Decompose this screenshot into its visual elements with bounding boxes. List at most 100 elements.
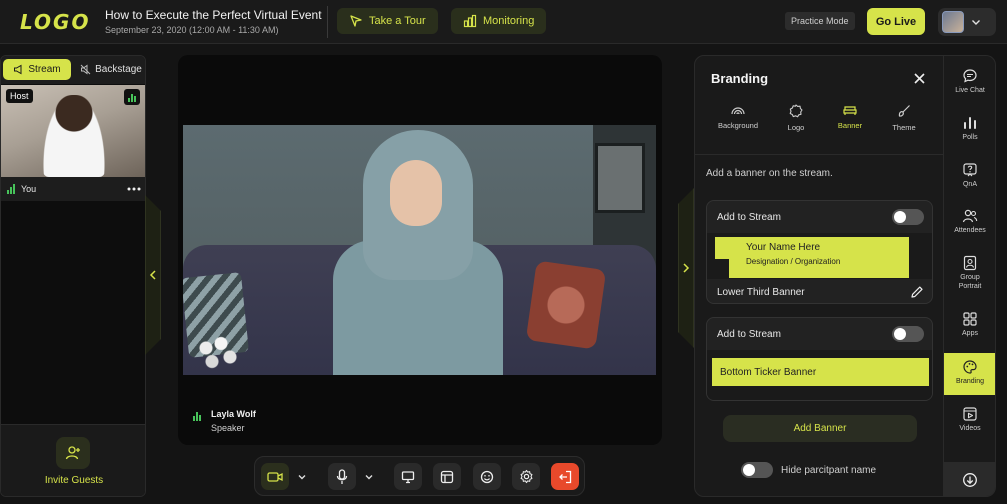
tab-background-label: Background bbox=[717, 121, 759, 130]
add-to-stream-label: Add to Stream bbox=[717, 211, 781, 223]
speaker-video[interactable] bbox=[183, 125, 656, 375]
arrow-down-circle-icon bbox=[962, 472, 978, 488]
tabs-divider bbox=[695, 154, 943, 155]
monitoring-button[interactable]: Monitoring bbox=[451, 8, 547, 34]
tab-theme-label: Theme bbox=[892, 123, 916, 132]
speaker-figure bbox=[333, 130, 503, 375]
hide-participant-label: Hide parcitpant name bbox=[781, 464, 877, 476]
branding-panel: Branding Background Logo Banner Theme Ad… bbox=[694, 55, 944, 497]
bar-chart-icon bbox=[463, 14, 477, 28]
host-badge: Host bbox=[6, 89, 33, 103]
reactions-button[interactable] bbox=[473, 463, 501, 490]
rail-item-apps[interactable]: Apps bbox=[944, 311, 995, 351]
close-icon bbox=[913, 72, 925, 84]
rail-label: Apps bbox=[962, 330, 978, 337]
lower-third-banner: Your Name Here Designation / Organizatio… bbox=[729, 237, 909, 278]
branding-description: Add a banner on the stream. bbox=[706, 168, 833, 179]
rail-item-branding[interactable]: Branding bbox=[944, 353, 995, 395]
video-icon bbox=[962, 406, 978, 422]
tab-backstage[interactable]: Backstage bbox=[77, 59, 145, 80]
chevron-down-icon bbox=[970, 16, 982, 28]
header-divider bbox=[327, 6, 328, 38]
self-label: You bbox=[21, 184, 37, 194]
close-button[interactable] bbox=[911, 70, 927, 86]
smiley-icon bbox=[480, 470, 494, 484]
media-controls-bar bbox=[254, 456, 585, 496]
microphone-options-chevron[interactable] bbox=[359, 463, 379, 490]
audio-level-icon bbox=[7, 184, 15, 194]
badge-icon bbox=[789, 104, 803, 118]
host-figure bbox=[43, 95, 105, 177]
layout-button[interactable] bbox=[433, 463, 461, 490]
rail-label: Branding bbox=[955, 378, 985, 385]
tab-stream[interactable]: Stream bbox=[3, 59, 71, 80]
banner-name-row: Lower Third Banner bbox=[707, 279, 932, 303]
chat-icon bbox=[962, 68, 978, 84]
tab-logo[interactable]: Logo bbox=[766, 104, 826, 144]
settings-button[interactable] bbox=[512, 463, 540, 490]
leave-button[interactable] bbox=[551, 463, 579, 490]
rail-label: Group Portrait bbox=[958, 274, 982, 290]
collapse-right-panel-handle[interactable] bbox=[678, 188, 694, 348]
event-title: How to Execute the Perfect Virtual Event bbox=[105, 8, 322, 22]
camera-icon bbox=[267, 471, 283, 483]
megaphone-icon bbox=[13, 64, 24, 75]
rail-label: Polls bbox=[962, 134, 978, 141]
add-to-stream-row: Add to Stream bbox=[707, 202, 932, 232]
rail-item-videos[interactable]: Videos bbox=[944, 406, 995, 446]
apps-icon bbox=[962, 311, 978, 327]
exit-icon bbox=[558, 470, 572, 484]
screen-share-button[interactable] bbox=[394, 463, 422, 490]
tab-background[interactable]: Background bbox=[708, 104, 768, 144]
tab-banner[interactable]: Banner bbox=[820, 104, 880, 144]
camera-options-chevron[interactable] bbox=[292, 463, 312, 490]
add-user-icon[interactable] bbox=[56, 437, 90, 469]
add-banner-button[interactable]: Add Banner bbox=[723, 415, 917, 442]
layout-icon bbox=[440, 470, 454, 484]
take-tour-button[interactable]: Take a Tour bbox=[337, 8, 438, 34]
host-video-tile[interactable]: Host bbox=[1, 85, 145, 177]
question-icon bbox=[962, 162, 978, 178]
hide-participant-toggle[interactable] bbox=[741, 462, 773, 478]
rail-item-group-portrait[interactable]: Group Portrait bbox=[944, 255, 995, 301]
audio-level-icon bbox=[124, 89, 140, 105]
tab-stream-label: Stream bbox=[28, 64, 61, 75]
tab-banner-label: Banner bbox=[837, 121, 863, 130]
rail-item-qna[interactable]: QnA bbox=[944, 162, 995, 202]
tab-logo-label: Logo bbox=[787, 123, 805, 132]
cursor-arrow-icon bbox=[349, 14, 363, 28]
microphone-button[interactable] bbox=[328, 463, 356, 490]
pencil-icon[interactable] bbox=[910, 285, 924, 299]
lower-third-preview: Your Name Here Designation / Organizatio… bbox=[707, 233, 932, 279]
bar-chart-icon bbox=[962, 115, 978, 131]
rail-label: Live Chat bbox=[955, 87, 985, 94]
palette-icon bbox=[962, 359, 978, 375]
chevron-left-icon bbox=[149, 270, 157, 280]
rail-item-polls[interactable]: Polls bbox=[944, 115, 995, 155]
ticker-banner-card[interactable]: Add to Stream Bottom Ticker Banner bbox=[706, 317, 933, 401]
self-tile-footer: You bbox=[1, 177, 145, 201]
add-to-stream-toggle[interactable] bbox=[892, 326, 924, 342]
lower-third-banner-card[interactable]: Add to Stream Your Name Here Designation… bbox=[706, 200, 933, 304]
camera-button[interactable] bbox=[261, 463, 289, 490]
audio-level-icon bbox=[193, 411, 201, 421]
add-to-stream-toggle[interactable] bbox=[892, 209, 924, 225]
avatar bbox=[942, 11, 964, 33]
hide-participant-row: Hide parcitpant name bbox=[741, 462, 876, 478]
collapse-left-panel-handle[interactable] bbox=[145, 195, 161, 355]
branding-title: Branding bbox=[711, 71, 769, 86]
chevron-right-icon bbox=[682, 263, 690, 273]
add-to-stream-row: Add to Stream bbox=[707, 319, 932, 349]
sofa-icon bbox=[842, 104, 858, 116]
go-live-button[interactable]: Go Live bbox=[867, 8, 925, 35]
rail-item-attendees[interactable]: Attendees bbox=[944, 208, 995, 248]
monitoring-label: Monitoring bbox=[483, 15, 535, 27]
user-menu[interactable] bbox=[938, 8, 996, 36]
rail-label: Videos bbox=[959, 425, 981, 432]
stream-backstage-toggle: Stream Backstage bbox=[1, 56, 145, 84]
scroll-down-button[interactable] bbox=[944, 462, 995, 496]
rail-item-live-chat[interactable]: Live Chat bbox=[944, 68, 995, 108]
invite-guests-section[interactable]: Invite Guests bbox=[1, 424, 145, 496]
more-options-icon[interactable] bbox=[127, 186, 141, 192]
tab-theme[interactable]: Theme bbox=[874, 104, 934, 144]
